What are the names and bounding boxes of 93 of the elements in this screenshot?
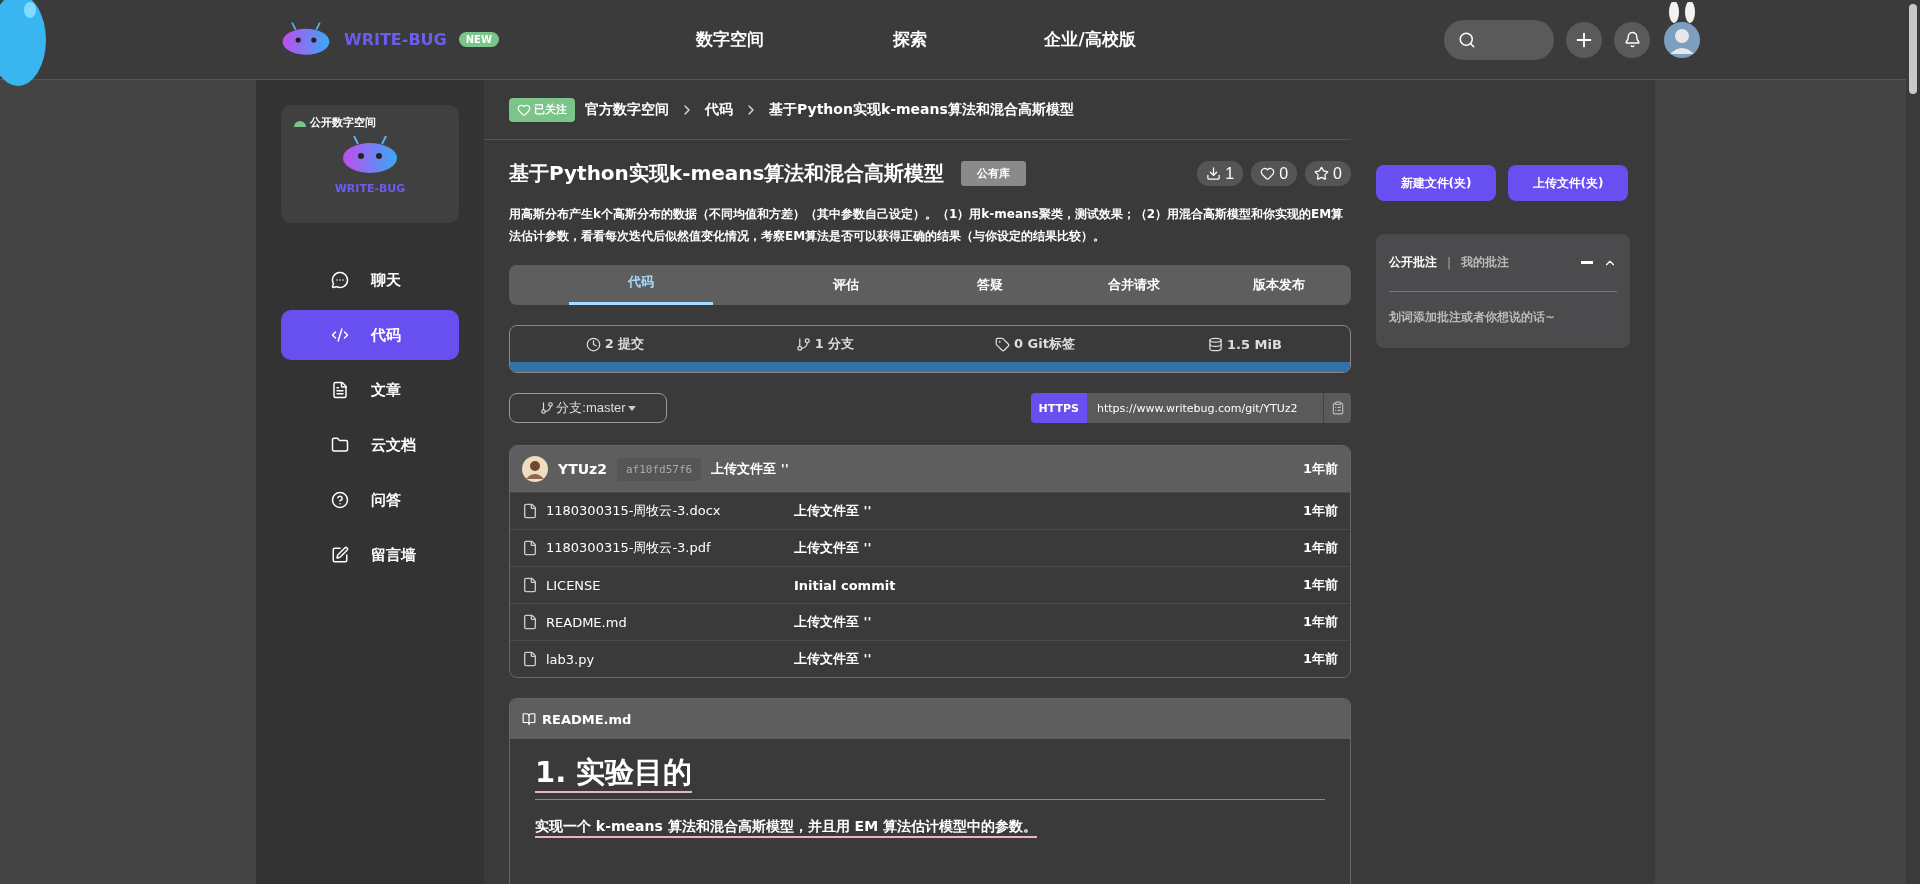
- file-commit-message: 上传文件至 '': [794, 539, 872, 557]
- annotation-field[interactable]: 划词添加批注或者你想说的话~: [1389, 306, 1617, 328]
- bell-icon: [1623, 31, 1641, 48]
- readme-heading: 1. 实验目的: [535, 753, 693, 793]
- file-time: 1年前: [1302, 650, 1338, 668]
- branch-icon: [540, 401, 555, 415]
- file-commit-message: Initial commit: [794, 577, 896, 593]
- file-icon: [522, 540, 538, 556]
- sidebar-item[interactable]: 问答: [281, 475, 459, 525]
- notification-button[interactable]: [1614, 21, 1650, 58]
- code-icon: [331, 326, 349, 344]
- tab[interactable]: 合并请求: [1062, 265, 1207, 305]
- action-button[interactable]: 上传文件(夹): [1508, 165, 1628, 201]
- clock-icon: [585, 336, 601, 352]
- readme-paragraph: 实现一个 k-means 算法和混合高斯模型，并且用 EM 算法估计模型中的参数。: [535, 818, 1037, 838]
- nav-link[interactable]: 探索: [820, 28, 1000, 51]
- space-label: 公开数字空间: [310, 115, 376, 130]
- file-commit-message: 上传文件至 '': [794, 650, 872, 668]
- file-commit-message: 上传文件至 '': [794, 502, 872, 520]
- commit-time: 1年前: [1302, 460, 1338, 478]
- tab[interactable]: 版本发布: [1206, 265, 1352, 305]
- new-badge: NEW: [458, 32, 499, 47]
- copy-button[interactable]: [1323, 393, 1351, 423]
- search-field[interactable]: [1444, 19, 1554, 60]
- folder-icon: [331, 436, 349, 454]
- stat-link[interactable]: 0 Git标签: [930, 335, 1140, 353]
- tag-icon: [995, 336, 1011, 352]
- file-icon: [522, 651, 538, 667]
- file-link[interactable]: README.md: [546, 614, 786, 630]
- action-button[interactable]: 新建文件(夹): [1376, 165, 1496, 201]
- clone-url-field[interactable]: https://www.writebug.com/git/YTUz2: [1087, 393, 1323, 423]
- counter-button[interactable]: 0: [1305, 161, 1351, 186]
- avatar-icon: [522, 456, 548, 482]
- caret-icon: [627, 405, 636, 411]
- star-icon: [1314, 166, 1330, 181]
- add-button[interactable]: [1566, 21, 1602, 58]
- commit-message: 上传文件至 '': [711, 460, 789, 478]
- heart-icon: [1260, 166, 1276, 181]
- readme-title: README.md: [542, 711, 632, 727]
- file-commit-message: 上传文件至 '': [794, 613, 872, 631]
- file-icon: [522, 503, 538, 519]
- avatar-icon[interactable]: [1662, 1, 1702, 60]
- edit-icon: [331, 546, 349, 564]
- breadcrumb-link[interactable]: 代码: [705, 100, 733, 119]
- branch-dropdown[interactable]: 分支:master: [509, 393, 667, 423]
- space-logo-icon: [340, 133, 400, 176]
- search-icon: [1458, 30, 1476, 49]
- breadcrumb-link[interactable]: 官方数字空间: [585, 100, 669, 119]
- tab[interactable]: 评估: [773, 265, 918, 305]
- sidebar-item[interactable]: 云文档: [281, 420, 459, 470]
- tab[interactable]: 代码: [569, 265, 714, 305]
- file-time: 1年前: [1302, 576, 1338, 594]
- sidebar-item[interactable]: 文章: [281, 365, 459, 415]
- annotation-tab[interactable]: 公开批注: [1389, 254, 1437, 271]
- book-icon: [522, 712, 536, 726]
- file-icon: [522, 577, 538, 593]
- branch-icon: [795, 336, 811, 352]
- chat-icon: [331, 271, 349, 289]
- file-time: 1年前: [1302, 613, 1338, 631]
- repo-title: 基于Python实现k-means算法和混合高斯模型: [509, 160, 945, 187]
- file-time: 1年前: [1302, 539, 1338, 557]
- commit-author[interactable]: YTUz2: [558, 461, 607, 477]
- heart-icon: [517, 102, 531, 117]
- download-icon: [1206, 166, 1222, 181]
- sidebar-item[interactable]: 留言墙: [281, 530, 459, 580]
- counter-button[interactable]: 1: [1197, 161, 1244, 186]
- logo-icon: [280, 21, 332, 58]
- visibility-badge: 公有库: [960, 161, 1026, 186]
- clipboard-icon: [1330, 401, 1345, 415]
- stat-link[interactable]: 2 提交: [510, 335, 720, 353]
- stat-link[interactable]: 1.5 MiB: [1140, 336, 1350, 352]
- sidebar-item[interactable]: 聊天: [281, 255, 459, 305]
- repo-description: 用高斯分布产生k个高斯分布的数据（不同均值和方差）（其中参数自己设定）。（1）用k-means聚类，测试效果；（2）用混合高斯模型和你实现的EM算法估计参数，看看每次迭代后似然值变化情况，考察EM算法是否可以获得正确的结果（与你设定的结果比较）。: [509, 206, 1345, 245]
- question-icon: [331, 491, 349, 509]
- protocol-label[interactable]: HTTPS: [1030, 393, 1087, 423]
- tab[interactable]: 答疑: [917, 265, 1063, 305]
- tab-separator: |: [1447, 255, 1452, 270]
- file-time: 1年前: [1302, 502, 1338, 520]
- nav-link[interactable]: 数字空间: [640, 28, 820, 51]
- file-link[interactable]: 1180300315-周牧云-3.docx: [546, 502, 786, 520]
- counter-button[interactable]: 0: [1251, 161, 1298, 186]
- breadcrumb-link[interactable]: 基于Python实现k-means算法和混合高斯模型: [769, 100, 1074, 119]
- sidebar-item[interactable]: 代码: [281, 310, 459, 360]
- file-link[interactable]: lab3.py: [546, 651, 786, 667]
- file-link[interactable]: LICENSE: [546, 577, 786, 593]
- annotation-tab[interactable]: 我的批注: [1461, 254, 1510, 271]
- space-logo-text: WRITE-BUG: [334, 181, 406, 195]
- stat-link[interactable]: 1 分支: [720, 335, 930, 353]
- file-link[interactable]: 1180300315-周牧云-3.pdf: [546, 539, 786, 557]
- database-icon: [1208, 336, 1224, 352]
- document-icon: [331, 381, 349, 399]
- file-icon: [522, 614, 538, 630]
- nav-link[interactable]: 企业/高校版: [1000, 28, 1180, 51]
